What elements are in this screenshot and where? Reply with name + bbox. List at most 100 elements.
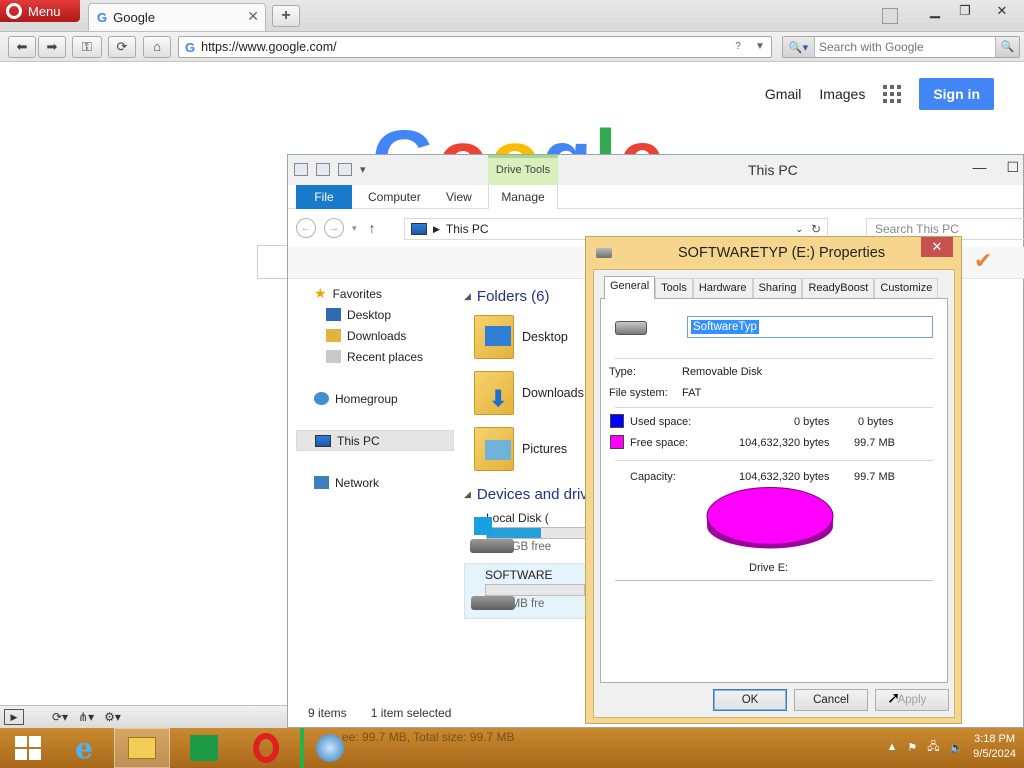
- ok-button[interactable]: OK: [713, 689, 787, 711]
- quick-access-dropdown-icon[interactable]: ▾: [360, 163, 366, 176]
- downloads-icon: [326, 329, 341, 342]
- opera-menu-button[interactable]: Menu: [0, 0, 80, 22]
- tab-customize[interactable]: Customize: [874, 278, 939, 298]
- images-link[interactable]: Images: [819, 86, 865, 102]
- windows-logo-icon: [15, 736, 41, 760]
- folder-item-desktop[interactable]: Desktop: [464, 309, 586, 365]
- gmail-link[interactable]: Gmail: [765, 86, 802, 102]
- clock[interactable]: 3:18 PM 9/5/2024: [973, 732, 1016, 762]
- sign-in-button[interactable]: Sign in: [919, 78, 994, 110]
- refresh-icon[interactable]: ↻: [811, 222, 821, 236]
- opera-icon: [253, 733, 279, 763]
- dialog-close-button[interactable]: ✕: [921, 237, 953, 257]
- tab-computer[interactable]: Computer: [354, 185, 435, 209]
- restore-icon[interactable]: ❐: [950, 0, 980, 22]
- tab-sharing[interactable]: Sharing: [752, 278, 803, 298]
- browser-tab-google[interactable]: G Google ✕: [88, 3, 266, 31]
- new-folder-icon[interactable]: [338, 163, 352, 176]
- tab-thumbnail-icon[interactable]: [882, 8, 898, 24]
- checkmark-icon: ✔: [974, 248, 993, 273]
- apps-grid-icon[interactable]: [883, 85, 902, 103]
- volume-name-input[interactable]: SoftwareTyp: [687, 316, 933, 338]
- tray-expand-icon[interactable]: ▲: [886, 741, 897, 753]
- folder-item-pictures[interactable]: Pictures: [464, 421, 586, 477]
- search-engine-icon[interactable]: 🔍▾: [783, 37, 815, 57]
- forward-button[interactable]: ➡: [38, 36, 66, 58]
- search-input[interactable]: [815, 40, 995, 54]
- free-space-swatch: [610, 435, 624, 449]
- system-tray: ▲ ⚑ 🖧 🔈 3:18 PM 9/5/2024: [886, 732, 1016, 762]
- tab-view[interactable]: View: [432, 185, 486, 209]
- tab-hardware[interactable]: Hardware: [692, 278, 753, 298]
- drive-letter-label: Drive E:: [749, 562, 789, 574]
- volume-name-value: SoftwareTyp: [691, 320, 759, 334]
- free-space-label: Free space:: [630, 437, 689, 449]
- tab-file[interactable]: File: [296, 185, 352, 209]
- recent-locations-icon[interactable]: ▾: [352, 223, 357, 234]
- up-icon[interactable]: ↑: [369, 220, 376, 236]
- settings-icon[interactable]: ⚙▾: [104, 710, 121, 724]
- nav-desktop[interactable]: Desktop: [296, 304, 454, 325]
- google-favicon-icon: G: [97, 10, 108, 25]
- nav-network[interactable]: Network: [296, 472, 454, 493]
- nav-this-pc[interactable]: This PC: [296, 430, 454, 451]
- back-icon[interactable]: ←: [296, 218, 316, 238]
- drive-tools-context-tab: Drive Tools: [488, 155, 558, 185]
- forward-icon[interactable]: →: [324, 218, 344, 238]
- breadcrumb-this-pc[interactable]: This PC: [446, 222, 489, 236]
- back-button[interactable]: ⬅: [8, 36, 36, 58]
- properties-icon[interactable]: [316, 163, 330, 176]
- wand-key-button[interactable]: ⚿: [72, 36, 102, 58]
- star-icon: ★: [314, 285, 327, 301]
- network-tray-icon[interactable]: 🖧: [927, 738, 939, 757]
- address-bar[interactable]: G https://www.google.com/ ? ▼: [178, 36, 772, 58]
- taskbar-opera[interactable]: [238, 728, 294, 768]
- help-icon[interactable]: ?: [729, 39, 747, 55]
- taskbar-store[interactable]: [176, 728, 232, 768]
- home-button[interactable]: ⌂: [143, 36, 171, 58]
- start-button[interactable]: [0, 728, 56, 768]
- nav-downloads[interactable]: Downloads: [296, 325, 454, 346]
- search-bar[interactable]: 🔍▾ 🔍: [782, 36, 1020, 58]
- removable-drive-icon: [615, 321, 647, 335]
- folders-section-header[interactable]: ◢ Folders (6): [464, 283, 586, 309]
- address-dropdown-icon[interactable]: ▼: [751, 39, 769, 55]
- collapse-icon: ◢: [464, 488, 471, 499]
- search-go-icon[interactable]: 🔍: [995, 37, 1019, 57]
- maximize-icon[interactable]: ☐: [1006, 159, 1019, 176]
- minimize-icon[interactable]: —: [972, 159, 986, 176]
- share-icon[interactable]: ⋔▾: [78, 710, 94, 724]
- folder-icon: [128, 737, 156, 759]
- flag-icon[interactable]: ⚑: [907, 741, 917, 754]
- nav-homegroup[interactable]: Homegroup: [296, 388, 454, 409]
- taskbar-ie[interactable]: e: [56, 728, 112, 768]
- nav-recent-places[interactable]: Recent places: [296, 346, 454, 367]
- clock-date: 9/5/2024: [973, 748, 1016, 760]
- devices-section-header[interactable]: ◢ Devices and driv: [464, 481, 586, 507]
- tab-readyboost[interactable]: ReadyBoost: [802, 278, 875, 298]
- google-logo-letter: l: [594, 115, 619, 155]
- sync-icon[interactable]: ⟳▾: [52, 710, 68, 724]
- taskbar-file-explorer[interactable]: [114, 728, 170, 768]
- cancel-button[interactable]: Cancel: [794, 689, 868, 711]
- reload-button[interactable]: ⟳: [108, 36, 136, 58]
- volume-icon[interactable]: 🔈: [949, 741, 963, 754]
- tab-tools[interactable]: Tools: [655, 278, 693, 298]
- nav-favorites[interactable]: ★ Favorites: [296, 283, 454, 304]
- tab-general[interactable]: General: [604, 276, 656, 299]
- this-pc-icon: [294, 163, 308, 176]
- status-selection: 1 item selected: [370, 706, 452, 720]
- new-tab-button[interactable]: +: [272, 5, 300, 27]
- folder-item-downloads[interactable]: ⬇ Downloads: [464, 365, 586, 421]
- drive-item-local-disk[interactable]: Local Disk ( 49.2 GB free: [464, 507, 586, 563]
- panel-toggle-icon[interactable]: ▶: [4, 709, 24, 725]
- close-window-icon[interactable]: ✕: [980, 0, 1024, 22]
- capacity-bytes: 104,632,320 bytes: [739, 471, 830, 483]
- drive-item-softwaretyp[interactable]: SOFTWARE 99.7 MB fre: [464, 563, 586, 619]
- google-search-box[interactable]: [257, 245, 289, 279]
- tab-manage[interactable]: Manage: [488, 185, 558, 209]
- minimize-icon[interactable]: ▁: [920, 0, 950, 22]
- google-logo-letter: o: [438, 115, 490, 155]
- address-dropdown-icon[interactable]: ⌄: [795, 224, 803, 235]
- close-tab-icon[interactable]: ✕: [247, 8, 259, 25]
